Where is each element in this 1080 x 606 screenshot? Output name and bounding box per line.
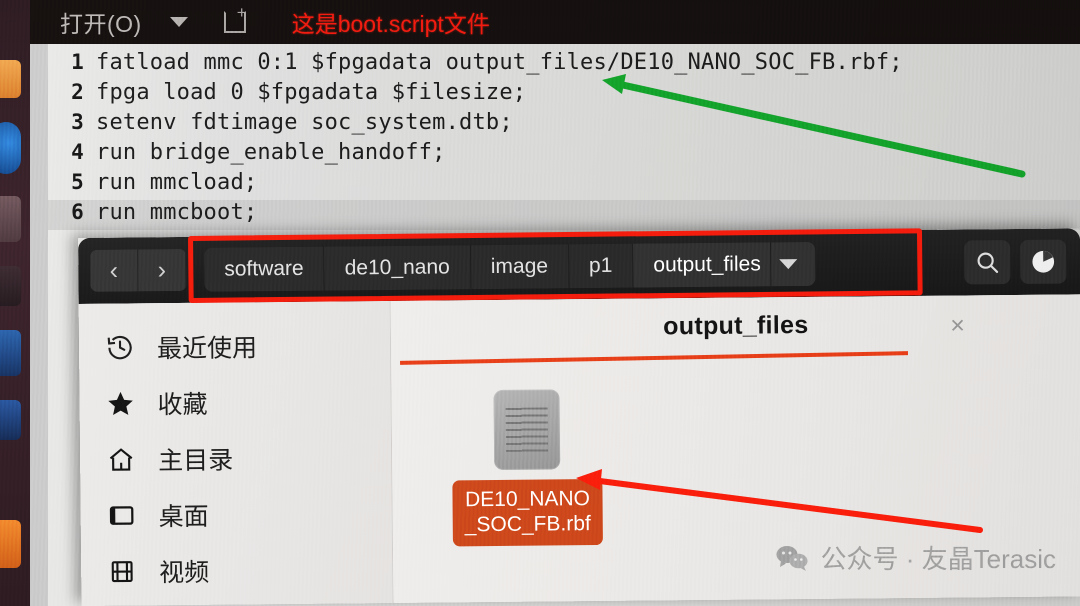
sidebar-item-starred[interactable]: 收藏 <box>79 373 391 432</box>
recent-clock-icon <box>105 332 139 362</box>
sidebar-item-label: 收藏 <box>157 390 208 420</box>
dock-icon-terminal[interactable] <box>0 266 21 306</box>
wechat-icon <box>775 544 809 572</box>
forward-button[interactable]: › <box>138 248 187 292</box>
star-icon <box>105 388 139 418</box>
navigation-buttons: ‹ › <box>90 248 187 292</box>
line-text: run bridge_enable_handoff; <box>96 140 446 165</box>
sidebar-item-home[interactable]: 主目录 <box>80 429 392 488</box>
line-number: 4 <box>71 140 84 164</box>
line-text: run mmcboot; <box>96 200 258 225</box>
view-options-icon[interactable] <box>1020 239 1067 284</box>
code-line: 4 run bridge_enable_handoff; <box>48 140 1080 170</box>
code-line: 1 fatload mmc 0:1 $fpgadata output_files… <box>48 50 1080 80</box>
line-text: setenv fdtimage soc_system.dtb; <box>96 110 513 135</box>
line-number: 2 <box>71 80 84 104</box>
sidebar-item-videos[interactable]: 视频 <box>81 541 393 600</box>
video-film-icon <box>107 556 141 586</box>
chevron-down-icon[interactable] <box>169 17 188 27</box>
file-name-label[interactable]: DE10_NANO_SOC_FB.rbf <box>452 478 603 547</box>
line-number: 3 <box>71 110 84 134</box>
line-text: run mmcload; <box>96 170 258 195</box>
dock-icon-app-blue[interactable] <box>0 330 21 376</box>
sidebar-item-recent[interactable]: 最近使用 <box>79 317 391 376</box>
desktop-icon <box>107 500 141 530</box>
code-line: 3 setenv fdtimage soc_system.dtb; <box>48 110 1080 140</box>
line-text: fpga load 0 $fpgadata $filesize; <box>96 80 527 105</box>
content-title: output_files <box>663 310 809 341</box>
line-text: fatload mmc 0:1 $fpgadata output_files/D… <box>96 50 903 75</box>
close-icon[interactable]: × <box>950 311 965 340</box>
open-button[interactable]: 打开(O) <box>60 5 142 39</box>
sidebar-item-label: 视频 <box>159 558 210 588</box>
text-file-icon <box>493 389 561 471</box>
watermark-text: 公众号 · 友晶Terasic <box>820 544 1056 574</box>
line-number: 1 <box>71 50 84 74</box>
code-line-current: 6 run mmcboot; <box>48 200 1080 230</box>
watermark: 公众号 · 友晶Terasic <box>775 539 1056 576</box>
file-manager-sidebar: 最近使用 收藏 主目录 桌面 视频 <box>78 301 394 606</box>
sidebar-item-label: 最近使用 <box>156 334 258 364</box>
new-document-icon[interactable] <box>223 4 247 33</box>
code-line: 2 fpga load 0 $fpgadata $filesize; <box>48 80 1080 110</box>
sidebar-item-desktop[interactable]: 桌面 <box>80 485 392 544</box>
search-icon[interactable] <box>964 240 1011 285</box>
dock-icon-files[interactable] <box>0 60 21 98</box>
dock-icon-ubuntu-software[interactable] <box>0 520 21 568</box>
dock-icon-app-blue-2[interactable] <box>0 400 21 440</box>
dock-icon-editor[interactable] <box>0 196 21 242</box>
sidebar-item-label: 桌面 <box>158 502 209 532</box>
dock-icon-browser[interactable] <box>0 122 21 174</box>
editor-titlebar: 打开(O) 这是boot.script文件 <box>30 0 1080 44</box>
line-number: 6 <box>71 200 84 224</box>
screenshot-root: 打开(O) 这是boot.script文件 1 fatload mmc 0:1 … <box>0 0 1080 606</box>
file-item-de10-nano-soc-fb[interactable]: DE10_NANO_SOC_FB.rbf <box>451 389 603 547</box>
annotation-box-breadcrumb <box>188 228 923 303</box>
ubuntu-dock <box>0 0 30 606</box>
sidebar-item-label: 主目录 <box>158 446 234 476</box>
annotation-label-boot-script: 这是boot.script文件 <box>291 11 490 37</box>
code-line: 5 run mmcload; <box>48 170 1080 200</box>
back-button[interactable]: ‹ <box>90 249 139 292</box>
line-number: 5 <box>71 170 84 194</box>
header-actions <box>964 239 1067 285</box>
home-icon <box>106 444 140 474</box>
